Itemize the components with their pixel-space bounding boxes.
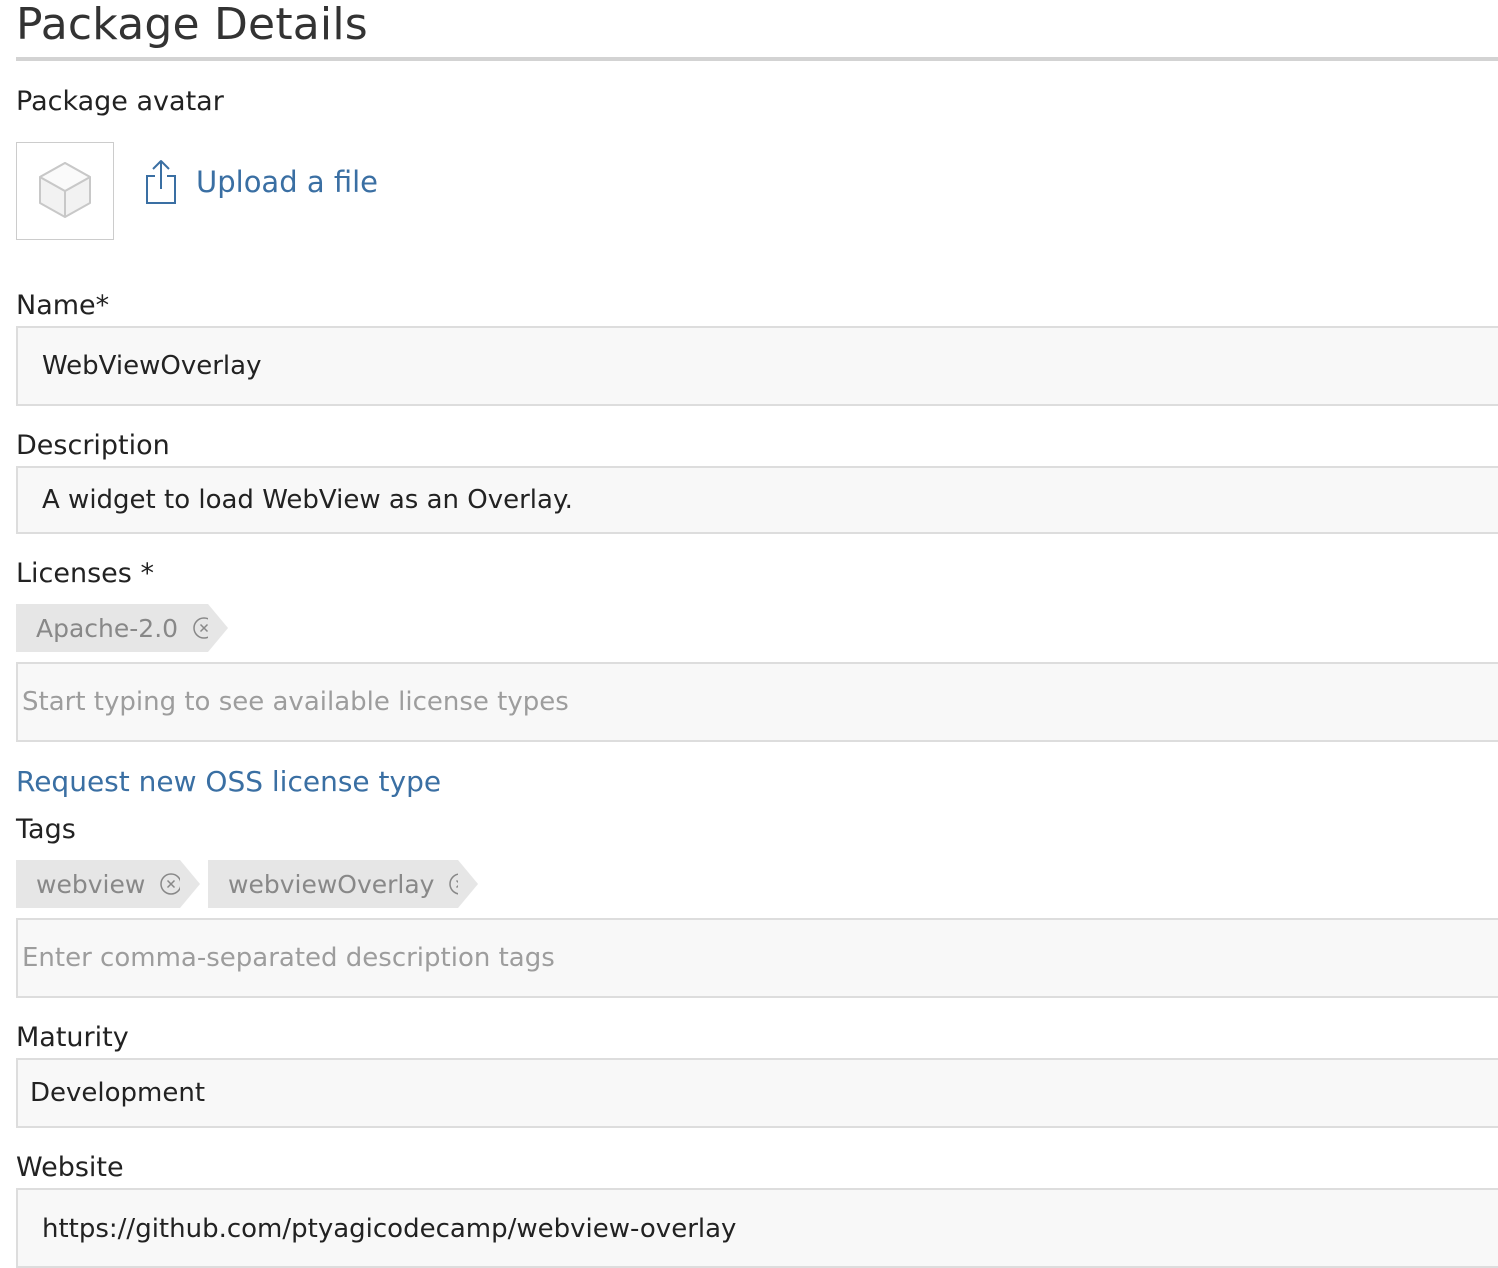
license-chip-label: Apache-2.0 [36,613,179,643]
maturity-selected-value: Development [30,1078,206,1108]
tag-chip-label: webviewOverlay [228,869,435,899]
name-input[interactable] [16,326,1498,406]
request-license-link[interactable]: Request new OSS license type [16,764,441,800]
website-label: Website [16,1152,124,1183]
upload-file-button[interactable]: Upload a file [144,156,378,208]
tags-input[interactable] [16,918,1498,998]
maturity-select[interactable]: Development [16,1058,1498,1128]
description-input[interactable] [16,466,1498,534]
close-circle-icon [449,873,472,895]
page-title: Package Details [16,0,368,50]
tag-chip-label: webview [36,869,146,899]
upload-icon [146,160,176,204]
remove-tag-button[interactable] [159,872,183,896]
license-chip: Apache-2.0 [16,604,228,652]
remove-license-button[interactable] [192,616,216,640]
remove-tag-button[interactable] [448,872,472,896]
maturity-label: Maturity [16,1022,129,1053]
package-box-icon [39,162,91,218]
tag-chip: webview [16,860,200,908]
name-label: Name* [16,290,110,321]
avatar-label: Package avatar [16,86,224,117]
website-input[interactable] [16,1188,1498,1268]
title-divider [16,57,1498,61]
avatar-preview [16,142,114,240]
upload-file-label: Upload a file [196,165,378,199]
close-circle-icon [160,873,183,895]
close-circle-icon [193,617,215,639]
tags-label: Tags [16,814,76,845]
licenses-label: Licenses * [16,558,154,589]
license-search-input[interactable] [16,662,1498,742]
description-label: Description [16,430,170,461]
tag-chip: webviewOverlay [208,860,478,908]
